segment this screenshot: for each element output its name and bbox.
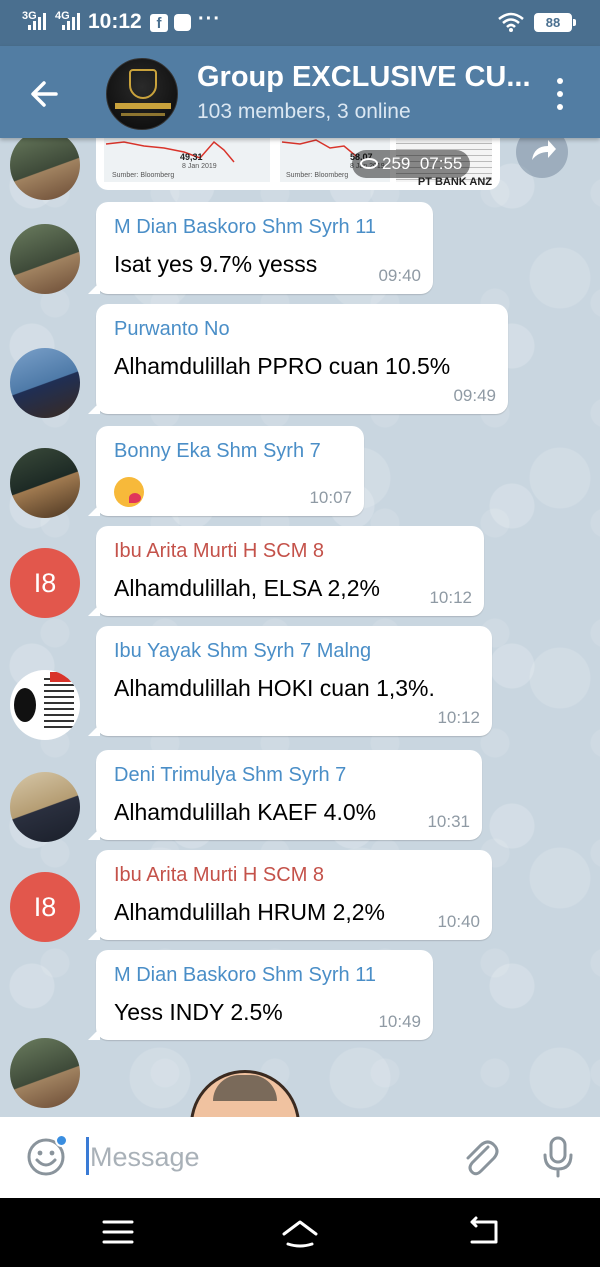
app-notification-icon — [174, 14, 191, 31]
chart-date-1: 8 Jan 2019 — [182, 163, 217, 170]
message-list[interactable]: 49,31 8 Jan 2019 Sumber: Bloomberg 58,07… — [0, 138, 600, 1117]
message-time: 10:12 — [429, 588, 472, 607]
status-time: 10:12 — [88, 10, 142, 33]
menu-icon[interactable] — [96, 1214, 140, 1250]
message-text: Alhamdulillah HOKI cuan 1,3%. — [114, 675, 435, 701]
message-bubble[interactable]: Ibu Yayak Shm Syrh 7 Malng Alhamdulillah… — [88, 626, 492, 736]
message-text: Alhamdulillah HRUM 2,2% — [114, 899, 385, 925]
message-time: 10:12 — [437, 708, 480, 727]
sender-name[interactable]: Bonny Eka Shm Syrh 7 — [114, 440, 321, 463]
message-time: 10:49 — [378, 1012, 421, 1031]
system-navigation-bar — [0, 1198, 600, 1267]
message-text: Yess INDY 2.5% — [114, 999, 283, 1025]
chart-value-1: 49,31 — [180, 152, 203, 162]
view-count: 259 — [382, 154, 411, 173]
avatar-graphic — [50, 672, 74, 682]
image-message[interactable]: 49,31 8 Jan 2019 Sumber: Bloomberg 58,07… — [96, 138, 500, 190]
chart-thumbnail: 49,31 8 Jan 2019 Sumber: Bloomberg — [104, 138, 270, 182]
logo-band-2 — [121, 113, 165, 116]
avatar-graphic — [14, 688, 36, 722]
sticker[interactable] — [190, 1070, 300, 1117]
message-bubble[interactable]: M Dian Baskoro Shm Syrh 11 Isat yes 9.7%… — [88, 202, 433, 294]
group-avatar[interactable] — [106, 58, 178, 130]
sender-name[interactable]: M Dian Baskoro Shm Syrh 11 — [114, 964, 376, 987]
notification-dot — [55, 1134, 68, 1147]
sender-name[interactable]: Ibu Yayak Shm Syrh 7 Malng — [114, 640, 371, 663]
message-text: Alhamdulillah PPRO cuan 10.5% — [114, 353, 451, 379]
avatar[interactable] — [10, 448, 80, 518]
message-time: 10:07 — [309, 488, 352, 507]
avatar-initials[interactable]: I8 — [10, 872, 80, 942]
message-text: Alhamdulillah KAEF 4.0% — [114, 799, 377, 825]
more-notifications-icon: ··· — [198, 8, 221, 30]
back-arrow-icon[interactable] — [26, 74, 66, 114]
message-text: Isat yes 9.7% yesss — [114, 251, 318, 277]
sticker-hair — [213, 1075, 277, 1101]
chat-header: Group EXCLUSIVE CU... 103 members, 3 onl… — [0, 46, 600, 138]
sender-name[interactable]: Ibu Arita Murti H SCM 8 — [114, 540, 324, 563]
signal-icon — [28, 12, 46, 30]
message-bubble[interactable]: Purwanto No Alhamdulillah PPRO cuan 10.5… — [88, 304, 508, 414]
logo-band — [115, 103, 171, 109]
status-bar: 3G 4G 10:12 f ··· 88 — [0, 0, 600, 46]
attach-icon[interactable] — [458, 1135, 502, 1179]
signal-icon-2 — [62, 12, 80, 30]
more-vertical-icon[interactable] — [548, 76, 572, 112]
sender-name[interactable]: Ibu Arita Murti H SCM 8 — [114, 864, 324, 887]
text-cursor — [86, 1137, 89, 1175]
back-icon[interactable] — [462, 1214, 506, 1250]
group-subtitle: 103 members, 3 online — [197, 100, 411, 123]
avatar[interactable] — [10, 348, 80, 418]
share-button[interactable] — [516, 138, 568, 178]
battery-indicator: 88 — [534, 13, 576, 32]
view-counter: 259 07:55 — [352, 150, 471, 178]
avatar-graphic — [44, 678, 74, 732]
message-bubble[interactable]: M Dian Baskoro Shm Syrh 11 Yess INDY 2.5… — [88, 950, 433, 1040]
kiss-emoji-icon — [114, 477, 144, 507]
avatar-initials[interactable]: I8 — [10, 548, 80, 618]
message-time: 09:49 — [453, 386, 496, 405]
avatar[interactable] — [10, 224, 80, 294]
message-input[interactable] — [90, 1135, 430, 1179]
avatar[interactable] — [10, 772, 80, 842]
message-text — [114, 475, 144, 511]
avatar[interactable] — [10, 1038, 80, 1108]
sender-name[interactable]: Deni Trimulya Shm Syrh 7 — [114, 764, 346, 787]
message-time: 09:40 — [378, 266, 421, 285]
message-time: 10:31 — [427, 812, 470, 831]
wifi-icon — [498, 12, 524, 32]
image-time: 07:55 — [419, 154, 463, 173]
message-bubble[interactable]: Bonny Eka Shm Syrh 7 10:07 — [88, 426, 364, 516]
message-time: 10:40 — [437, 912, 480, 931]
image-caption: PT BANK ANZ — [417, 176, 492, 188]
message-bubble[interactable]: Ibu Arita Murti H SCM 8 Alhamdulillah HR… — [88, 850, 492, 940]
mic-icon[interactable] — [538, 1135, 578, 1179]
sender-name[interactable]: M Dian Baskoro Shm Syrh 11 — [114, 216, 376, 239]
message-bubble[interactable]: Ibu Arita Murti H SCM 8 Alhamdulillah, E… — [88, 526, 484, 616]
eye-icon — [360, 158, 378, 169]
facebook-notification-icon: f — [150, 14, 168, 32]
chart-source-1: Sumber: Bloomberg — [112, 172, 175, 179]
message-text: Alhamdulillah, ELSA 2,2% — [114, 575, 380, 601]
group-title[interactable]: Group EXCLUSIVE CU... — [197, 61, 531, 94]
chart-source-2: Sumber: Bloomberg — [286, 172, 349, 179]
avatar[interactable] — [10, 670, 80, 740]
avatar[interactable] — [10, 138, 80, 200]
sender-name[interactable]: Purwanto No — [114, 318, 230, 341]
message-composer — [0, 1117, 600, 1198]
logo-crest — [129, 69, 157, 99]
share-arrow-icon — [532, 140, 556, 160]
home-icon[interactable] — [278, 1214, 322, 1250]
message-bubble[interactable]: Deni Trimulya Shm Syrh 7 Alhamdulillah K… — [88, 750, 482, 840]
